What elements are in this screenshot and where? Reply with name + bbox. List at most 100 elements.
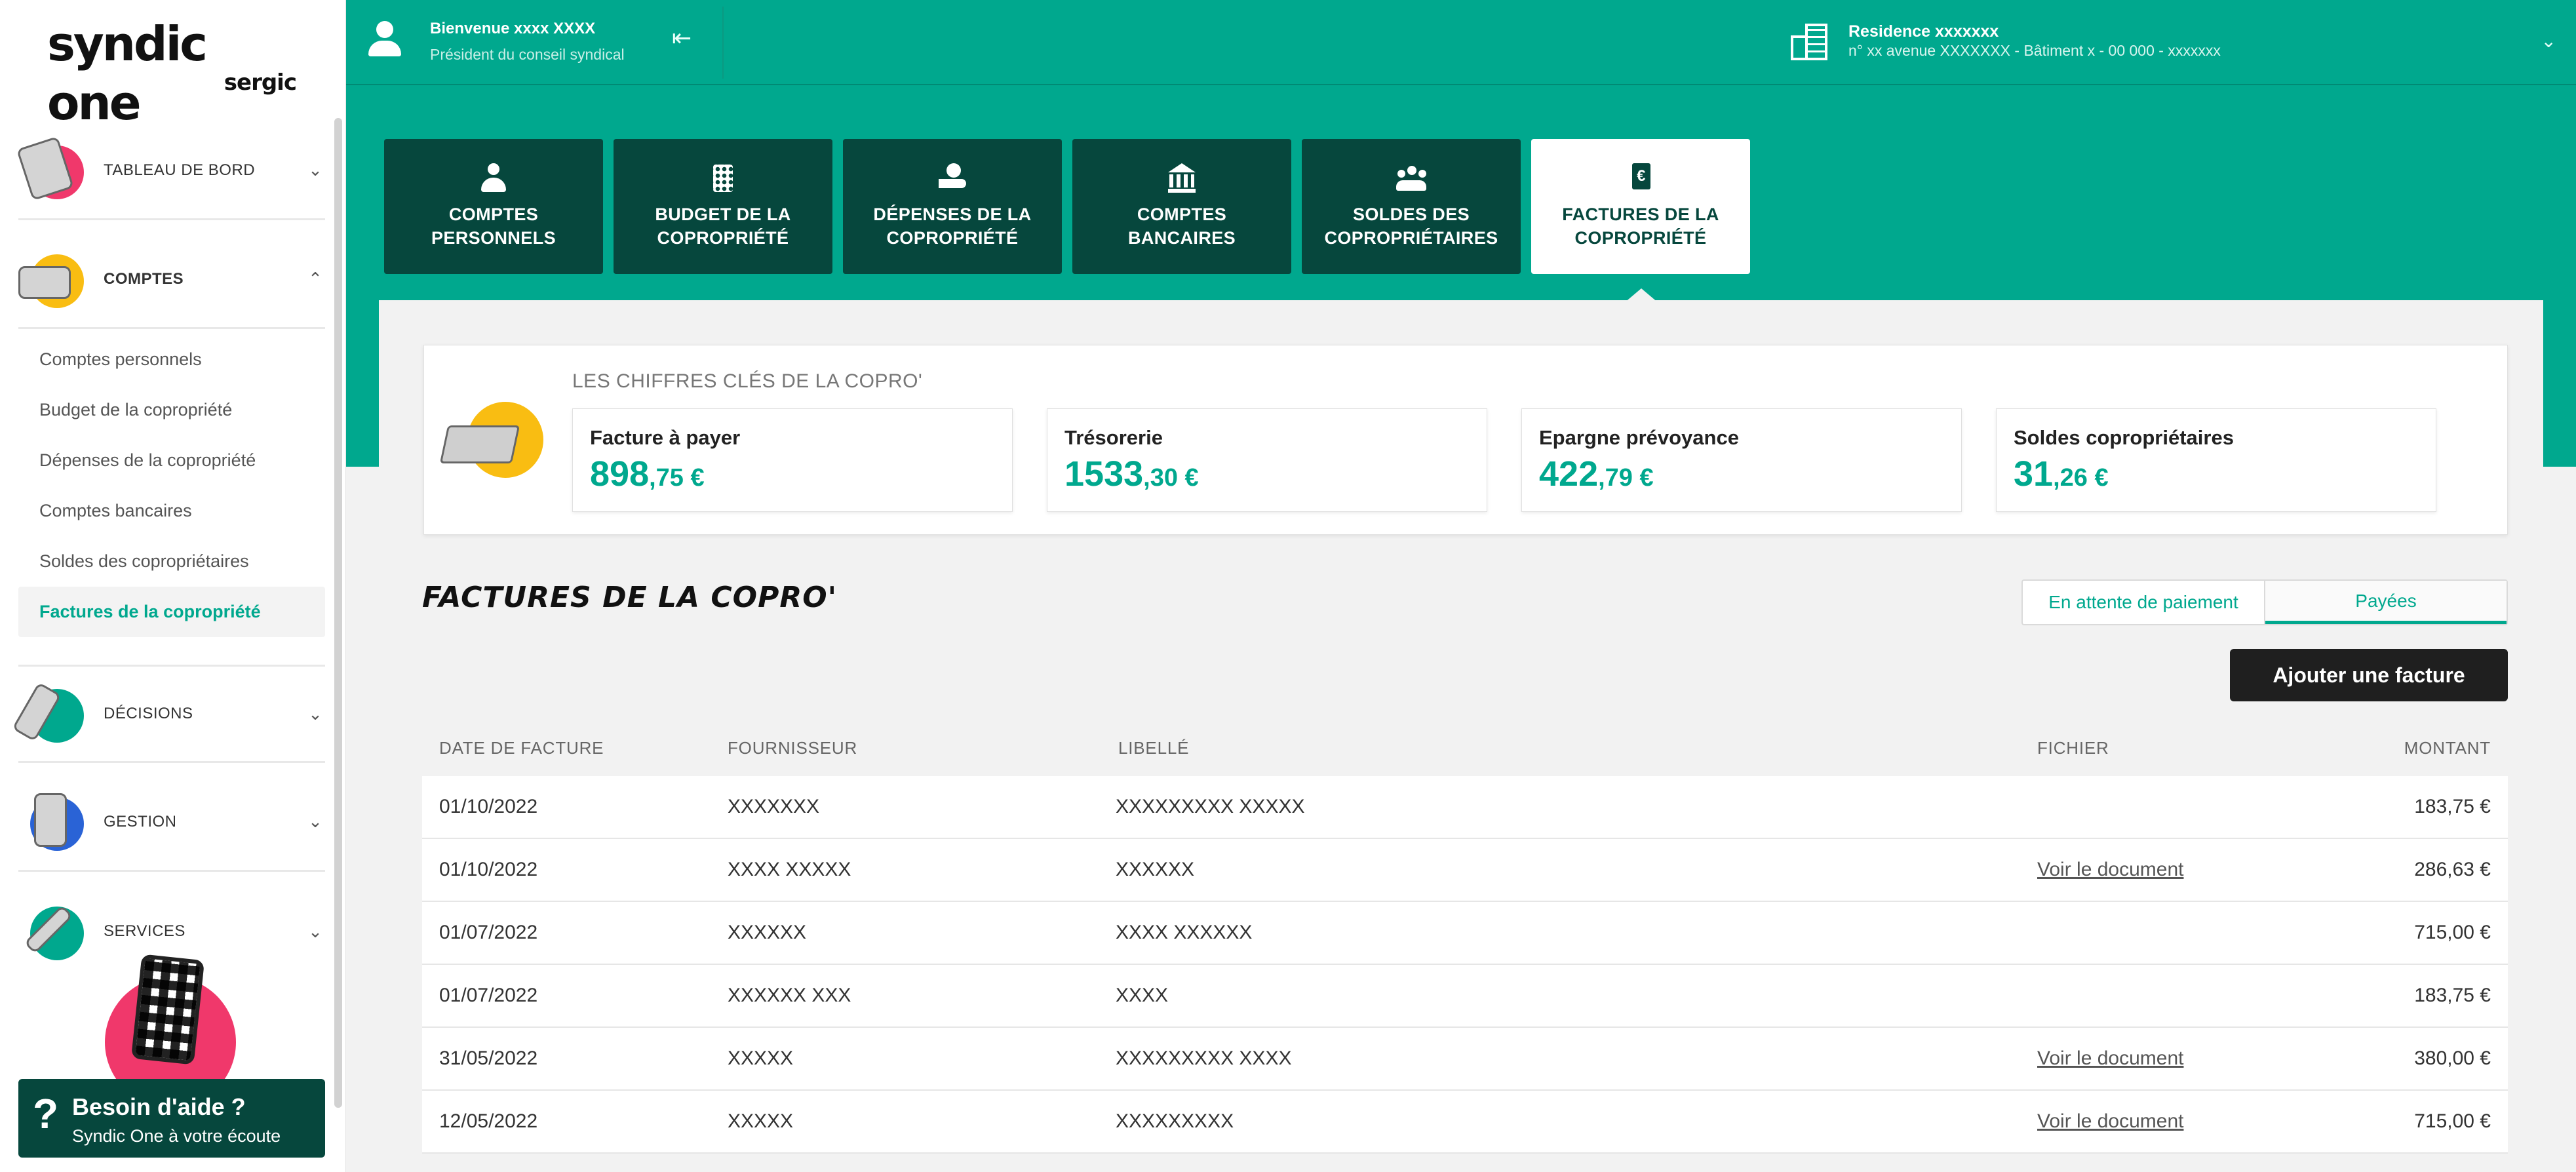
kpi-value: 898,75 € bbox=[590, 454, 705, 494]
kpi-value-dec: ,79 € bbox=[1598, 464, 1654, 492]
chevron-up-icon: ⌃ bbox=[308, 269, 322, 288]
kpi-value-int: 898 bbox=[590, 454, 650, 494]
sidebar-scrollbar[interactable] bbox=[334, 118, 342, 1108]
submenu-comptes-personnels[interactable]: Comptes personnels bbox=[18, 334, 325, 385]
tab-budget-copropriete[interactable]: BUDGET DE LA COPROPRIÉTÉ bbox=[614, 139, 832, 274]
calculator-icon bbox=[708, 163, 738, 193]
hand-coin-icon bbox=[937, 163, 967, 193]
kpi-label: Trésorerie bbox=[1064, 426, 1163, 449]
tab-label-line2: COPROPRIÉTÉ bbox=[657, 228, 789, 248]
tab-label-line2: PERSONNELS bbox=[431, 228, 556, 248]
tab-depenses-copropriete[interactable]: DÉPENSES DE LA COPROPRIÉTÉ bbox=[843, 139, 1062, 274]
nav-section-label: TABLEAU DE BORD bbox=[104, 161, 256, 179]
add-invoice-button[interactable]: Ajouter une facture bbox=[2230, 649, 2508, 701]
column-header-date[interactable]: DATE DE FACTURE bbox=[439, 738, 604, 758]
filter-pending-button[interactable]: En attente de paiement bbox=[2023, 581, 2265, 624]
key-figures-panel: LES CHIFFRES CLÉS DE LA COPRO' Facture à… bbox=[423, 345, 2508, 535]
cell-amount: 183,75 € bbox=[2414, 796, 2491, 817]
house-illustration-icon bbox=[439, 402, 543, 480]
column-header-amount[interactable]: MONTANT bbox=[2404, 738, 2491, 758]
submenu-factures-copropriete[interactable]: Factures de la copropriété bbox=[18, 587, 325, 637]
cell-date: 01/07/2022 bbox=[439, 922, 538, 943]
tab-label-line2: COPROPRIÉTÉ bbox=[1574, 228, 1707, 248]
chevron-down-icon: ⌄ bbox=[308, 160, 322, 180]
cell-amount: 380,00 € bbox=[2414, 1047, 2491, 1069]
table-row[interactable]: 01/10/2022 XXXXXXX XXXXXXXXX XXXXX 183,7… bbox=[422, 776, 2508, 839]
user-avatar-icon bbox=[366, 21, 402, 60]
tab-label-line1: BUDGET DE LA bbox=[655, 205, 791, 224]
cell-label: XXXXXXXXX bbox=[1116, 1110, 1234, 1132]
cell-supplier: XXXX XXXXX bbox=[728, 859, 851, 880]
cell-amount: 715,00 € bbox=[2414, 922, 2491, 943]
top-header: Bienvenue xxxx XXXX Président du conseil… bbox=[346, 0, 2576, 85]
cell-date: 01/10/2022 bbox=[439, 796, 538, 817]
tab-label-line2: COPROPRIÉTAIRES bbox=[1324, 228, 1498, 248]
logo-sergic: sergic bbox=[224, 69, 297, 96]
nav-section-gestion[interactable]: GESTION ⌄ bbox=[18, 773, 325, 872]
kpi-label: Soldes copropriétaires bbox=[2014, 426, 2234, 449]
kpi-soldes-coproprietaires: Soldes copropriétaires 31,26 € bbox=[1996, 408, 2436, 512]
bank-icon bbox=[1167, 163, 1197, 193]
group-icon bbox=[1396, 163, 1426, 193]
user-role: Président du conseil syndical bbox=[430, 46, 625, 63]
kpi-value: 31,26 € bbox=[2014, 454, 2109, 494]
column-header-supplier[interactable]: FOURNISSEUR bbox=[728, 738, 857, 758]
column-header-file[interactable]: FICHIER bbox=[2037, 738, 2109, 758]
table-row[interactable]: 01/07/2022 XXXXXX XXX XXXX 183,75 € bbox=[422, 965, 2508, 1028]
kpi-value-dec: ,26 € bbox=[2053, 464, 2109, 492]
tab-comptes-personnels[interactable]: COMPTES PERSONNELS bbox=[384, 139, 603, 274]
table-row[interactable]: 01/10/2022 XXXX XXXXX XXXXXX Voir le doc… bbox=[422, 839, 2508, 902]
kpi-value-int: 1533 bbox=[1064, 454, 1144, 494]
kpi-value: 422,79 € bbox=[1539, 454, 1654, 494]
tab-label-line1: SOLDES DES bbox=[1352, 205, 1470, 224]
view-document-link[interactable]: Voir le document bbox=[2037, 1110, 2183, 1133]
sidebar-scrollbar-thumb[interactable] bbox=[334, 118, 342, 1108]
chevron-down-icon: ⌄ bbox=[308, 921, 322, 941]
kpi-epargne-prevoyance: Epargne prévoyance 422,79 € bbox=[1521, 408, 1962, 512]
cell-label: XXXX bbox=[1116, 985, 1169, 1006]
tab-label-line1: COMPTES bbox=[1137, 205, 1227, 224]
tab-soldes-coproprietaires[interactable]: SOLDES DES COPROPRIÉTAIRES bbox=[1302, 139, 1521, 274]
dashboard-illustration-icon bbox=[16, 136, 84, 203]
nav-section-tableau-de-bord[interactable]: TABLEAU DE BORD ⌄ bbox=[16, 122, 325, 220]
tab-comptes-bancaires[interactable]: COMPTES BANCAIRES bbox=[1072, 139, 1291, 274]
cell-date: 31/05/2022 bbox=[439, 1047, 538, 1069]
kpi-value-dec: ,75 € bbox=[649, 464, 705, 492]
submenu-comptes-bancaires[interactable]: Comptes bancaires bbox=[18, 486, 325, 536]
nav-section-label: COMPTES bbox=[104, 269, 184, 288]
cell-amount: 183,75 € bbox=[2414, 985, 2491, 1006]
kpi-facture-a-payer: Facture à payer 898,75 € bbox=[572, 408, 1013, 512]
submenu-soldes-coproprietaires[interactable]: Soldes des copropriétaires bbox=[18, 536, 325, 587]
syndic-one-logo[interactable]: syndic one sergic bbox=[47, 14, 309, 130]
cell-date: 01/07/2022 bbox=[439, 985, 538, 1006]
active-tab-caret bbox=[1624, 288, 1658, 303]
table-row[interactable]: 12/05/2022 XXXXX XXXXXXXXX Voir le docum… bbox=[422, 1091, 2508, 1154]
view-document-link[interactable]: Voir le document bbox=[2037, 1047, 2183, 1070]
table-row[interactable]: 31/05/2022 XXXXX XXXXXXXXX XXXX Voir le … bbox=[422, 1028, 2508, 1091]
residence-name[interactable]: Residence xxxxxxx bbox=[1848, 22, 1999, 41]
submenu-budget-copropriete[interactable]: Budget de la copropriété bbox=[18, 385, 325, 435]
submenu-depenses-copropriete[interactable]: Dépenses de la copropriété bbox=[18, 435, 325, 486]
cell-label: XXXXXXXXX XXXX bbox=[1116, 1047, 1292, 1069]
table-row[interactable]: 01/07/2022 XXXXXX XXXX XXXXXX 715,00 € bbox=[422, 902, 2508, 965]
kpi-value-int: 422 bbox=[1539, 454, 1599, 494]
kpi-tresorerie: Trésorerie 1533,30 € bbox=[1047, 408, 1487, 512]
tab-factures-copropriete[interactable]: € FACTURES DE LA COPROPRIÉTÉ bbox=[1531, 139, 1750, 274]
table-header: DATE DE FACTURE FOURNISSEUR LIBELLÉ FICH… bbox=[422, 733, 2508, 776]
user-welcome: Bienvenue xxxx XXXX bbox=[430, 20, 596, 37]
help-button[interactable]: ? Besoin d'aide ? Syndic One à votre éco… bbox=[18, 1079, 325, 1158]
chevron-down-icon[interactable]: ⌄ bbox=[2541, 30, 2556, 52]
nav-section-comptes[interactable]: COMPTES ⌃ bbox=[18, 231, 325, 329]
cell-amount: 286,63 € bbox=[2414, 859, 2491, 880]
column-header-label[interactable]: LIBELLÉ bbox=[1118, 738, 1189, 758]
nav-section-decisions[interactable]: DÉCISIONS ⌄ bbox=[12, 665, 325, 763]
cell-supplier: XXXXXX XXX bbox=[728, 985, 851, 1006]
tab-label-line2: BANCAIRES bbox=[1127, 228, 1236, 248]
cell-label: XXXXXX bbox=[1116, 859, 1195, 880]
help-phone-illustration-icon bbox=[98, 918, 243, 1108]
logout-icon[interactable]: ⇤ bbox=[669, 25, 695, 51]
tab-label-line1: DÉPENSES DE LA bbox=[873, 205, 1032, 224]
view-document-link[interactable]: Voir le document bbox=[2037, 859, 2183, 881]
filter-paid-button[interactable]: Payées bbox=[2265, 581, 2507, 624]
sidebar: syndic one sergic TABLEAU DE BORD ⌄ COMP… bbox=[0, 0, 346, 1172]
